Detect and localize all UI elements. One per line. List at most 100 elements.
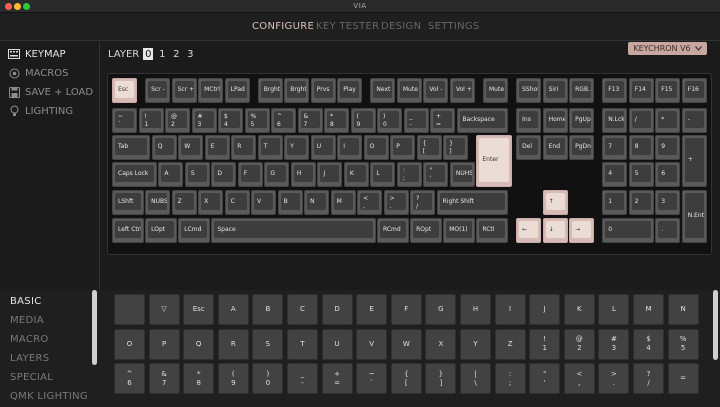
keymap-key[interactable]: Brght+ <box>284 78 310 103</box>
picker-key[interactable]: ^ 6 <box>114 363 145 394</box>
keymap-key[interactable]: M <box>330 190 356 215</box>
picker-key[interactable]: G <box>425 294 457 325</box>
keymap-key[interactable]: Play <box>337 78 363 103</box>
keymap-key[interactable]: MO(1) <box>443 218 475 243</box>
keymap-key[interactable]: W <box>178 135 204 160</box>
key-grid-scrollbar[interactable] <box>713 290 718 360</box>
category-macro[interactable]: MACRO <box>10 334 49 345</box>
picker-key[interactable]: E <box>356 294 388 325</box>
keymap-key[interactable]: Mute <box>396 78 422 103</box>
keymap-key[interactable]: Brght- <box>257 78 283 103</box>
picker-key[interactable]: @2 <box>563 328 595 360</box>
keymap-key[interactable]: I <box>337 135 363 160</box>
keymap-key[interactable]: C <box>224 190 250 215</box>
picker-key[interactable]: W <box>390 328 422 360</box>
picker-key[interactable]: U <box>321 328 353 360</box>
tab-configure[interactable]: CONFIGURE <box>252 21 314 32</box>
sidebar-item-lighting[interactable]: LIGHTING <box>8 103 73 119</box>
keymap-key[interactable]: G <box>264 162 290 187</box>
picker-key[interactable]: % 5 <box>667 328 699 360</box>
category-layers[interactable]: LAYERS <box>10 353 49 364</box>
keymap-key[interactable]: J <box>317 162 343 187</box>
keymap-key[interactable]: Scr + <box>171 78 197 103</box>
keymap-key[interactable]: 6 <box>655 162 681 187</box>
picker-key[interactable]: X <box>425 328 457 360</box>
keymap-key[interactable]: V <box>251 190 277 215</box>
picker-key[interactable]: A <box>217 294 249 325</box>
keymap-key[interactable]: 5 <box>628 162 654 187</box>
picker-key[interactable]: #3 <box>598 328 630 360</box>
picker-key[interactable]: N <box>667 294 699 325</box>
picker-key[interactable]: T <box>287 328 318 360</box>
keymap-key[interactable]: R <box>231 135 257 160</box>
keymap-key[interactable]: 2 <box>628 190 654 215</box>
keymap-key[interactable]: " ' <box>423 162 449 187</box>
keymap-key[interactable]: ! 1 <box>138 108 164 133</box>
keymap-key[interactable]: _ - <box>403 108 429 133</box>
picker-key[interactable]: R <box>217 328 249 360</box>
keymap-key[interactable]: <, <box>357 190 383 215</box>
keymap-key[interactable]: T <box>257 135 283 160</box>
picker-key[interactable]: B <box>252 294 284 325</box>
keymap-key[interactable]: LShft <box>112 190 144 215</box>
picker-key[interactable]: V <box>356 328 388 360</box>
keymap-key[interactable]: @2 <box>165 108 190 133</box>
keymap-key[interactable]: - <box>681 108 707 133</box>
keymap-key[interactable]: Vol - <box>423 78 449 103</box>
keymap-key[interactable]: 0 <box>602 218 654 243</box>
layer-1-button[interactable]: 1 <box>157 48 167 60</box>
picker-key[interactable]: D <box>321 294 353 325</box>
picker-key[interactable]: ? / <box>633 363 664 394</box>
keymap-key[interactable]: Space <box>211 218 376 243</box>
keymap-key[interactable]: . <box>655 218 681 243</box>
keymap-key[interactable]: K <box>343 162 369 187</box>
keymap-key[interactable]: SShot <box>516 78 542 103</box>
keymap-key[interactable]: Y <box>284 135 310 160</box>
picker-key[interactable]: C <box>287 294 318 325</box>
picker-key[interactable]: <, <box>563 363 595 394</box>
keymap-key[interactable]: Tab <box>112 135 151 160</box>
keymap-key[interactable]: X <box>198 190 224 215</box>
picker-key[interactable]: P <box>148 328 180 360</box>
keymap-key[interactable]: F14 <box>628 78 654 103</box>
tab-design[interactable]: DESIGN <box>381 21 421 32</box>
picker-key[interactable]: * 8 <box>183 363 215 394</box>
keymap-key[interactable]: {[ <box>416 135 442 160</box>
category-media[interactable]: MEDIA <box>10 315 44 326</box>
keymap-key[interactable]: NUBS <box>145 190 171 215</box>
category-basic[interactable]: BASIC <box>10 296 41 307</box>
keymap-key[interactable]: H <box>290 162 316 187</box>
keymap-key[interactable]: LPad <box>224 78 250 103</box>
keymap-key[interactable]: + <box>681 135 707 187</box>
keyboard-select[interactable]: KEYCHRON V6 <box>628 42 707 55</box>
picker-key[interactable]: S <box>252 328 284 360</box>
keymap-key[interactable]: :; <box>396 162 422 187</box>
keymap-key[interactable]: ) 0 <box>377 108 402 133</box>
keymap-key[interactable]: 8 <box>628 135 654 160</box>
keymap-key[interactable]: Enter <box>476 135 512 187</box>
keymap-key[interactable]: Right Shift <box>436 190 508 215</box>
keymap-key[interactable]: Z <box>171 190 197 215</box>
keymap-key[interactable]: Scr - <box>145 78 171 103</box>
picker-key[interactable]: " ' <box>529 363 561 394</box>
category-qmk-lighting[interactable]: QMK LIGHTING <box>10 391 88 402</box>
keymap-key[interactable]: Ins <box>516 108 542 133</box>
layer-0-button[interactable]: 0 <box>143 48 154 60</box>
keymap-key[interactable]: → <box>569 218 595 243</box>
keymap-key[interactable]: F <box>237 162 263 187</box>
keymap-key[interactable]: + = <box>430 108 455 133</box>
keymap-key[interactable]: ← <box>516 218 542 243</box>
keymap-key[interactable]: LOpt <box>145 218 177 243</box>
keymap-key[interactable]: Vol + <box>449 78 475 103</box>
keymap-key[interactable]: E <box>204 135 230 160</box>
picker-key[interactable]: O <box>114 328 145 360</box>
keymap-key[interactable]: MCtrl <box>198 78 224 103</box>
keymap-key[interactable]: ↓ <box>542 218 568 243</box>
picker-key[interactable]: >. <box>598 363 630 394</box>
layer-2-button[interactable]: 2 <box>171 48 181 60</box>
keymap-key[interactable]: P <box>390 135 416 160</box>
keymap-key[interactable]: >. <box>383 190 409 215</box>
keymap-key[interactable]: 3 <box>655 190 681 215</box>
keymap-key[interactable]: 1 <box>602 190 628 215</box>
keymap-key[interactable]: Del <box>516 135 542 160</box>
